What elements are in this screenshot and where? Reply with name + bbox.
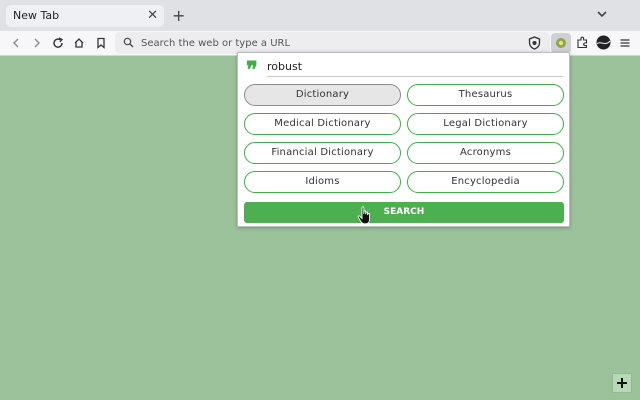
- search-icon: [123, 37, 134, 48]
- search-button[interactable]: SEARCH: [244, 202, 564, 223]
- hand-cursor-icon: [357, 206, 371, 225]
- back-icon[interactable]: [10, 37, 22, 49]
- puzzle-icon[interactable]: [576, 36, 589, 49]
- shield-icon[interactable]: [528, 36, 541, 50]
- extension-button[interactable]: [551, 33, 571, 53]
- home-icon[interactable]: [73, 37, 85, 49]
- quote-icon: ❞: [246, 57, 258, 83]
- new-tab-icon[interactable]: +: [172, 6, 185, 25]
- plus-icon: [617, 378, 627, 388]
- dictionary-popup: ❞ Dictionary Thesaurus Medical Dictionar…: [237, 52, 570, 227]
- menu-icon[interactable]: [619, 37, 631, 49]
- add-button[interactable]: [612, 373, 632, 393]
- profile-icon[interactable]: [596, 35, 611, 50]
- url-bar[interactable]: [115, 32, 550, 54]
- option-financial-dictionary[interactable]: Financial Dictionary: [244, 142, 401, 164]
- tab-title: New Tab: [13, 9, 60, 22]
- option-dictionary[interactable]: Dictionary: [244, 84, 401, 106]
- tab-strip: New Tab ✕ +: [0, 0, 640, 31]
- option-thesaurus[interactable]: Thesaurus: [407, 84, 564, 106]
- extension-icon: [556, 38, 566, 48]
- chevron-down-icon[interactable]: [596, 8, 608, 20]
- option-encyclopedia[interactable]: Encyclopedia: [407, 171, 564, 193]
- option-acronyms[interactable]: Acronyms: [407, 142, 564, 164]
- option-legal-dictionary[interactable]: Legal Dictionary: [407, 113, 564, 135]
- option-medical-dictionary[interactable]: Medical Dictionary: [244, 113, 401, 135]
- option-idioms[interactable]: Idioms: [244, 171, 401, 193]
- bookmark-icon[interactable]: [95, 37, 107, 49]
- close-icon[interactable]: ✕: [147, 8, 158, 23]
- url-input[interactable]: [141, 32, 501, 54]
- search-input[interactable]: [267, 59, 563, 77]
- reload-icon[interactable]: [52, 37, 64, 49]
- forward-icon[interactable]: [31, 37, 43, 49]
- tab-new-tab[interactable]: New Tab ✕: [6, 5, 164, 27]
